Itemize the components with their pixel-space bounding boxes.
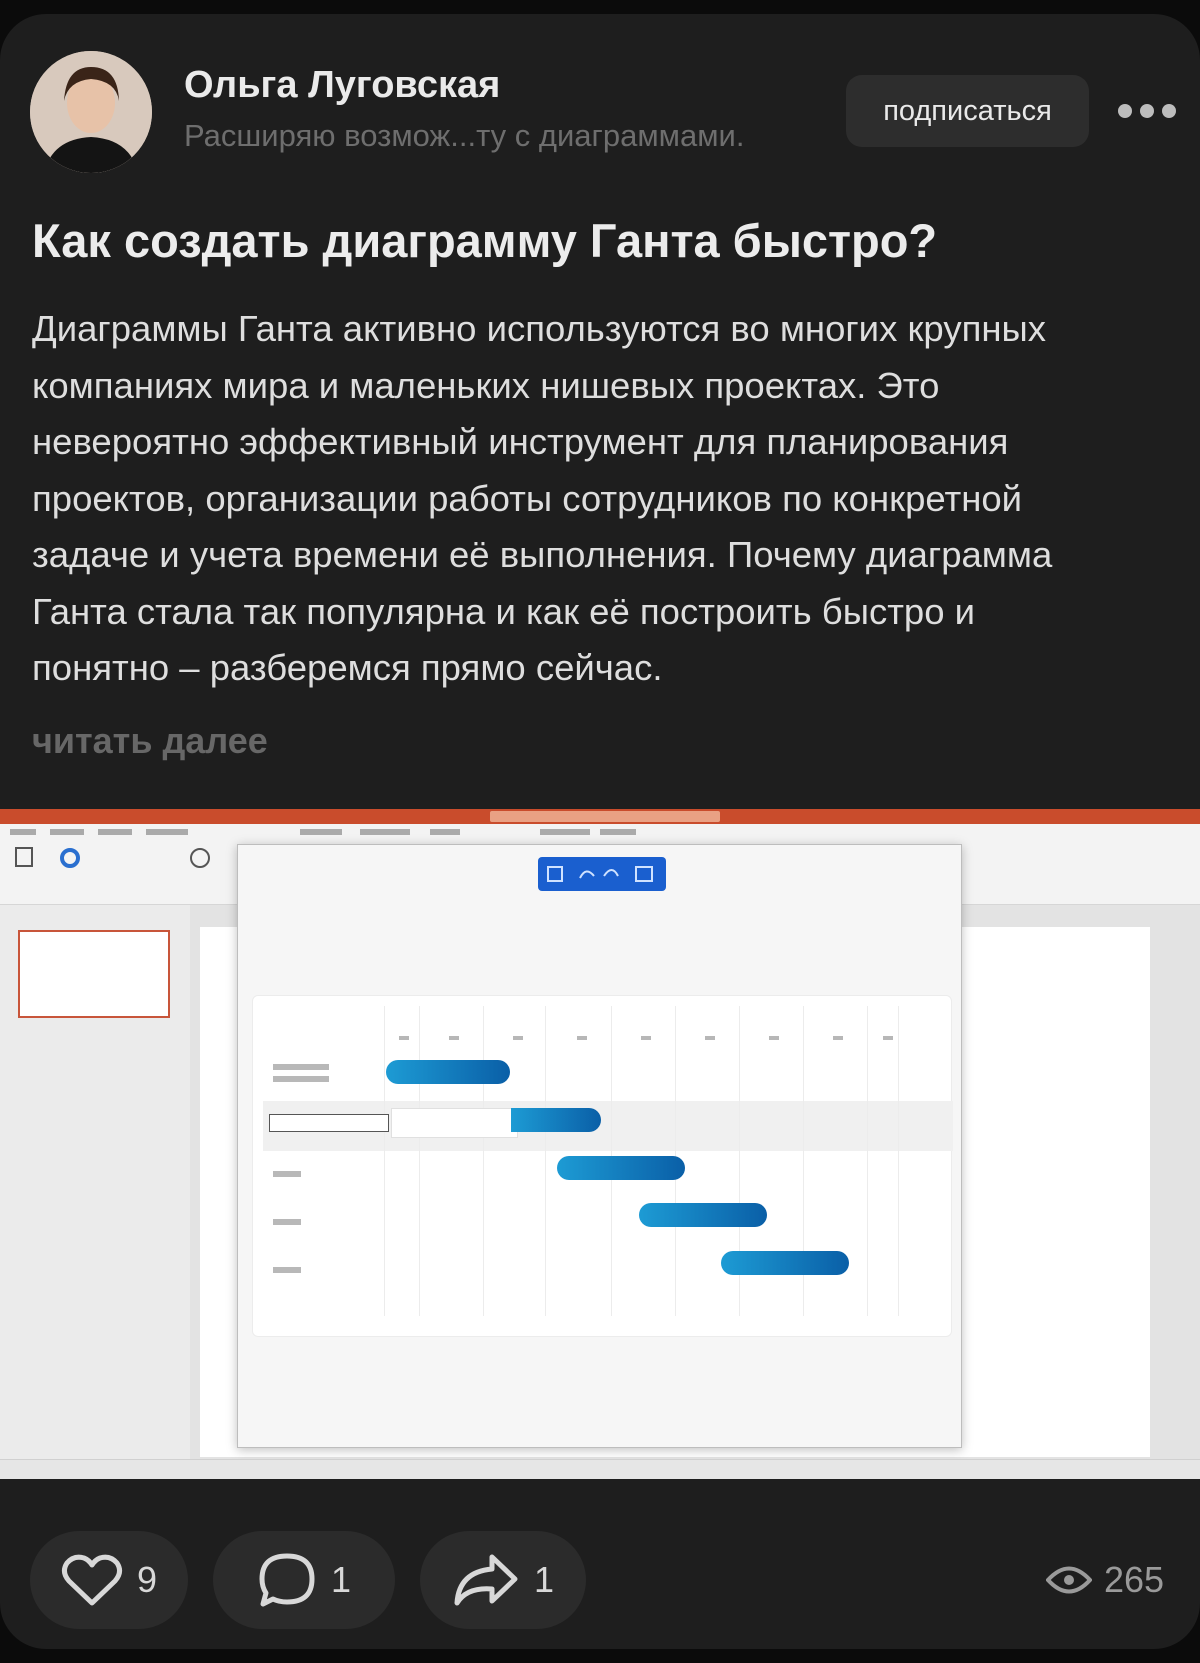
comment-button[interactable]: 1 xyxy=(213,1531,395,1629)
task-label xyxy=(273,1064,329,1070)
app-search-box xyxy=(490,811,720,822)
date-tick xyxy=(883,1036,893,1040)
post-title: Как создать диаграмму Ганта быстро? xyxy=(32,214,938,267)
gantt-bar xyxy=(639,1203,767,1227)
read-more-link[interactable]: читать далее xyxy=(32,720,268,762)
task-label xyxy=(273,1076,329,1082)
post-body: Диаграммы Ганта активно используются во … xyxy=(32,301,1182,697)
task-label-editor xyxy=(269,1114,389,1132)
heart-icon xyxy=(61,1554,123,1606)
grid-line xyxy=(545,1006,546,1316)
more-dots-icon[interactable] xyxy=(1118,98,1200,124)
grid-line xyxy=(483,1006,484,1316)
ribbon-tab xyxy=(430,829,460,835)
like-count: 9 xyxy=(136,1559,158,1600)
dialog-toolbar xyxy=(538,857,666,891)
task-label xyxy=(273,1219,301,1225)
dot xyxy=(1118,104,1132,118)
author-avatar[interactable] xyxy=(30,51,152,173)
task-label xyxy=(273,1267,301,1273)
avatar-image xyxy=(30,51,152,173)
eye-icon xyxy=(1046,1566,1092,1594)
share-button[interactable]: 1 xyxy=(420,1531,586,1629)
author-name[interactable]: Ольга Луговская xyxy=(184,64,500,107)
grid-line xyxy=(419,1006,420,1316)
date-tick xyxy=(641,1036,651,1040)
views-counter: 265 xyxy=(1046,1555,1164,1605)
app-titlebar xyxy=(0,809,1200,824)
comment-icon xyxy=(259,1553,315,1607)
gantt-chart xyxy=(252,995,953,1337)
post-card: Ольга Луговская Расширяю возмож...ту с д… xyxy=(0,14,1200,1649)
body-line: Диаграммы Ганта активно используются во … xyxy=(32,308,1046,349)
body-line: понятно – разберемся прямо сейчас. xyxy=(32,647,663,688)
ribbon-tab xyxy=(98,829,132,835)
share-arrow-icon xyxy=(454,1554,518,1606)
date-tick xyxy=(513,1036,523,1040)
ribbon-tab xyxy=(300,829,342,835)
views-count: 265 xyxy=(1104,1559,1165,1600)
dot xyxy=(1140,104,1154,118)
gantt-bar xyxy=(721,1251,849,1275)
dot xyxy=(1162,104,1176,118)
body-line: Ганта стала так популярна и как её постр… xyxy=(32,590,976,632)
subscribe-button[interactable]: подписаться xyxy=(846,75,1089,147)
share-count: 1 xyxy=(533,1559,555,1600)
body-line: задаче и учета времени её выполнения. По… xyxy=(32,534,1053,575)
ribbon-tab xyxy=(540,829,590,835)
task-label xyxy=(273,1171,301,1177)
gantt-bar xyxy=(386,1060,510,1084)
date-tick xyxy=(705,1036,715,1040)
body-line: невероятно эффективный инструмент для пл… xyxy=(32,421,1009,462)
grid-line xyxy=(898,1006,899,1316)
body-line: проектов, организации работы сотрудников… xyxy=(32,477,1023,519)
ribbon-tab xyxy=(600,829,636,835)
date-tick xyxy=(399,1036,409,1040)
author-description: Расширяю возмож...ту с диаграммами. xyxy=(184,118,745,153)
ribbon-tab xyxy=(10,829,36,835)
font-popup xyxy=(391,1108,518,1138)
app-statusbar xyxy=(0,1459,1200,1479)
ribbon-icons xyxy=(15,847,210,868)
comment-count: 1 xyxy=(330,1559,352,1600)
date-tick xyxy=(769,1036,779,1040)
grid-line xyxy=(384,1006,385,1316)
ribbon-tab xyxy=(50,829,84,835)
toolbar-icons xyxy=(547,866,653,882)
body-line: компаниях мира и маленьких нишевых проек… xyxy=(32,364,940,406)
ribbon-tab xyxy=(146,829,188,835)
date-tick xyxy=(833,1036,843,1040)
post-image[interactable] xyxy=(0,809,1200,1479)
ribbon-tab xyxy=(360,829,410,835)
gantt-bar xyxy=(511,1108,601,1132)
date-tick xyxy=(577,1036,587,1040)
slide-thumbnail xyxy=(18,930,170,1018)
date-tick xyxy=(449,1036,459,1040)
like-button[interactable]: 9 xyxy=(30,1531,188,1629)
grid-line xyxy=(867,1006,868,1316)
gantt-bar xyxy=(557,1156,685,1180)
gantt-dialog xyxy=(237,844,962,1448)
